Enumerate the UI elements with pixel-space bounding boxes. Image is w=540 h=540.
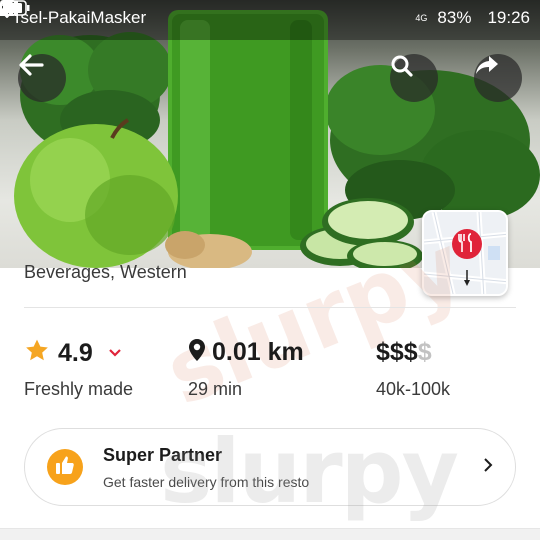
rating-row[interactable]: 4.9 (24, 338, 121, 369)
cuisine-categories: Beverages, Western (24, 262, 187, 282)
chevron-down-icon[interactable] (108, 345, 121, 363)
star-icon (24, 338, 50, 369)
thumbs-up-icon (55, 455, 75, 480)
section-separator (0, 528, 540, 540)
price-level-inactive: $ (417, 338, 432, 366)
location-pin-icon (188, 338, 206, 367)
status-bar: Tsel-PakaiMasker 4G 83% 19:26 (0, 0, 540, 36)
price-level: $$$ $ (376, 338, 432, 367)
map-thumbnail[interactable] (422, 210, 508, 296)
carrier-name: Tsel-PakaiMasker (12, 8, 147, 27)
apple (14, 118, 178, 268)
chevron-right-icon (483, 457, 493, 478)
rating-note: Freshly made (24, 379, 134, 399)
share-button[interactable] (474, 54, 522, 102)
distance-row: 0.01 km (188, 338, 304, 367)
search-button[interactable] (390, 54, 438, 102)
clock-time: 19:26 (487, 8, 530, 27)
delivery-time: 29 min (188, 379, 243, 399)
divider (24, 307, 516, 308)
price-range: 40k-100k (376, 379, 451, 399)
signal-icon: 4G (0, 1, 429, 23)
restaurant-pin-icon (458, 233, 476, 258)
network-type: 4G (415, 12, 428, 23)
battery-percent: 83% (437, 8, 472, 27)
distance-value: 0.01 km (212, 338, 304, 366)
rating-value: 4.9 (58, 339, 93, 367)
price-level-active: $$$ (376, 338, 418, 366)
super-partner-card[interactable]: Super Partner Get faster delivery from t… (24, 428, 516, 506)
partner-title: Super Partner (103, 444, 223, 465)
back-button[interactable] (18, 54, 66, 102)
juice-glass (168, 10, 328, 250)
partner-badge (47, 449, 83, 485)
partner-subtitle: Get faster delivery from this resto (103, 473, 310, 490)
